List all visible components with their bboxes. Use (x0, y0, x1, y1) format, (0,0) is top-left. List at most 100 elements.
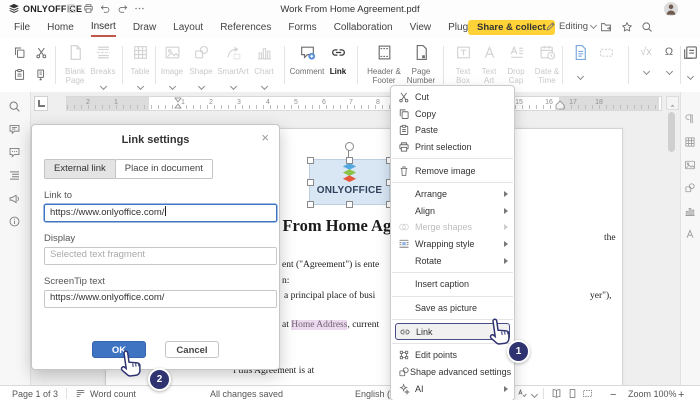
selected-image[interactable]: ONLYOFFICE (309, 159, 390, 205)
panel-textart-settings-icon[interactable] (684, 228, 696, 240)
chevron-down-icon[interactable] (531, 391, 538, 398)
app-window: ONLYOFFICE Work From Home Agreement.pdf … (0, 0, 700, 400)
tab-collaboration[interactable]: Collaboration (334, 20, 393, 36)
tab-file[interactable]: File (14, 20, 30, 36)
open-file-location-icon[interactable] (600, 21, 612, 33)
chevron-down-icon (136, 83, 143, 90)
screentip-input[interactable]: https://www.onlyoffice.com/ (44, 290, 277, 308)
tab-draw[interactable]: Draw (133, 20, 156, 36)
tab-view[interactable]: View (410, 20, 432, 36)
menu-item-insert-caption[interactable]: Insert caption (391, 276, 514, 293)
display-input[interactable]: Selected text fragment (44, 247, 277, 265)
link-to-value: https://www.onlyoffice.com/ (50, 207, 164, 218)
paste-icon[interactable] (13, 68, 26, 81)
sidebar-headings-icon[interactable] (8, 169, 21, 182)
selection-handle[interactable] (346, 157, 353, 164)
remove-image-icon (398, 165, 410, 177)
menu-item-align[interactable]: Align (391, 203, 514, 220)
tab-home[interactable]: Home (47, 20, 74, 36)
tab-place-in-document[interactable]: Place in document (115, 159, 213, 179)
scrollbar-thumb[interactable] (668, 112, 675, 152)
menu-item-arrange[interactable]: Arrange (391, 186, 514, 203)
user-avatar[interactable] (664, 2, 678, 16)
vertical-scrollbar[interactable] (666, 94, 677, 383)
fit-width-icon[interactable] (582, 388, 593, 399)
selection-handle[interactable] (307, 157, 314, 164)
cancel-button[interactable]: Cancel (165, 341, 219, 358)
copy-style-icon[interactable] (35, 68, 48, 81)
zoom-in-button[interactable]: + (678, 389, 684, 400)
ruler-number: 5 (294, 99, 298, 106)
menu-item-shape-advanced-settings[interactable]: Shape advanced settings (391, 364, 514, 381)
table-icon (132, 44, 149, 61)
tab-stop-selector[interactable] (34, 96, 48, 111)
scroll-up-arrow[interactable] (666, 96, 679, 110)
menu-item-cut[interactable]: Cut (391, 89, 514, 106)
menu-item-print-selection[interactable]: Print selection (391, 139, 514, 156)
menu-item-edit-points[interactable]: Edit points (391, 347, 514, 364)
panel-table-settings-icon[interactable] (684, 136, 696, 148)
link-to-input[interactable]: https://www.onlyoffice.com/ (44, 204, 277, 222)
menu-item-save-as-picture[interactable]: Save as picture (391, 300, 514, 317)
word-count-icon[interactable] (75, 388, 86, 399)
spellcheck-icon[interactable] (517, 388, 528, 399)
search-icon[interactable] (641, 21, 653, 33)
menu-item-wrapping-style[interactable]: Wrapping style (391, 236, 514, 253)
selection-handle[interactable] (307, 201, 314, 208)
favorites-star-icon[interactable] (621, 21, 633, 33)
chevron-down-icon (590, 22, 597, 29)
sidebar-chat-icon[interactable] (8, 146, 21, 159)
selection-handle[interactable] (346, 201, 353, 208)
document-text-fragment: n: (282, 276, 289, 286)
selection-handle[interactable] (307, 179, 314, 186)
zoom-level[interactable]: Zoom 100% (628, 389, 677, 399)
cut-icon[interactable] (35, 46, 48, 59)
copy-icon[interactable] (13, 46, 26, 59)
print-selection-icon (398, 141, 410, 153)
indent-marker[interactable] (173, 97, 183, 110)
ruler-number: 4 (266, 99, 270, 106)
document-text-fragment: yer"), (590, 291, 612, 301)
zoom-out-button[interactable]: − (610, 389, 616, 400)
page-indicator[interactable]: Page 1 of 3 (12, 389, 58, 399)
editing-mode-control[interactable]: Editing (545, 21, 596, 32)
tab-insert[interactable]: Insert (91, 19, 116, 37)
rotation-handle[interactable] (345, 142, 354, 151)
fit-page-icon[interactable] (567, 388, 578, 399)
tab-forms[interactable]: Forms (288, 20, 316, 36)
toolbar-button-content-controls[interactable] (665, 44, 700, 86)
pointer-hand-cursor (118, 347, 148, 380)
onlyoffice-layers-logo-icon (341, 162, 358, 185)
share-collect-button[interactable]: Share & collect (468, 20, 555, 35)
toolbar-button-link[interactable]: Link (313, 44, 363, 76)
right-margin-marker[interactable] (555, 100, 565, 110)
two-page-view-icon[interactable] (551, 388, 562, 399)
document-title: Work From Home Agreement.pdf (0, 4, 700, 15)
panel-shape-settings-icon[interactable] (684, 182, 696, 194)
right-sidebar (680, 92, 700, 385)
merge-shapes-icon (398, 221, 410, 233)
panel-chart-settings-icon[interactable] (684, 205, 696, 217)
dialog-title: Link settings (32, 134, 279, 146)
menu-item-copy[interactable]: Copy (391, 106, 514, 123)
sidebar-comments-icon[interactable] (8, 123, 21, 136)
word-count-label[interactable]: Word count (90, 389, 136, 399)
menu-separator (392, 158, 513, 159)
document-text-fragment: at Home Address, current (282, 320, 379, 330)
sidebar-feedback-icon[interactable] (8, 192, 21, 205)
tab-layout[interactable]: Layout (173, 20, 203, 36)
menu-bar: File Home Insert Draw Layout References Forms C… (0, 18, 700, 38)
menu-item-paste[interactable]: Paste (391, 122, 514, 139)
menu-item-rotate[interactable]: Rotate (391, 252, 514, 269)
sidebar-search-icon[interactable] (8, 100, 21, 113)
menu-item-remove-image[interactable]: Remove image (391, 162, 514, 179)
menu-item-merge-shapes[interactable]: Merge shapes (391, 219, 514, 236)
mode-label: Editing (559, 21, 588, 32)
panel-paragraph-settings-icon[interactable] (684, 113, 696, 125)
tab-references[interactable]: References (220, 20, 271, 36)
panel-image-settings-icon[interactable] (684, 159, 696, 171)
sidebar-about-icon[interactable] (8, 215, 21, 228)
menu-item-ai[interactable]: AI (391, 380, 514, 397)
close-icon[interactable]: × (261, 131, 269, 144)
tab-external-link[interactable]: External link (44, 159, 116, 179)
